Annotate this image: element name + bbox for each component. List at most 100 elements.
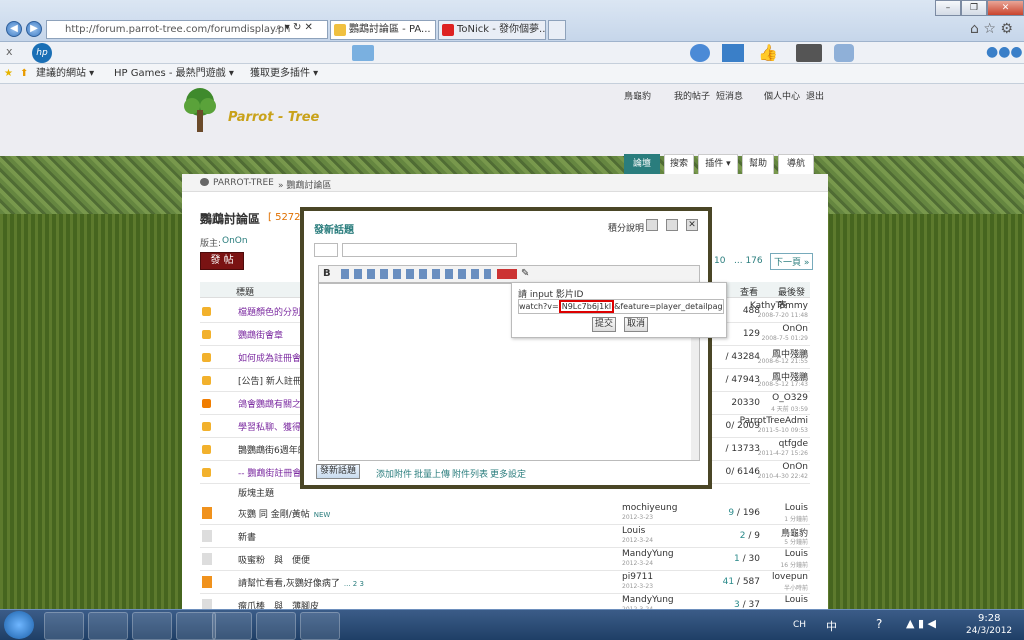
ie-taskbar-icon[interactable] — [44, 612, 84, 640]
nav-tab-forum[interactable]: 論壇 — [624, 154, 660, 174]
last-poster[interactable]: Louis — [785, 595, 808, 605]
thread-author[interactable]: MandyYung — [622, 549, 674, 559]
thread-author[interactable]: Louis — [622, 526, 645, 536]
favorites-add-icon[interactable]: ⬆ — [20, 64, 28, 83]
thread-title[interactable]: 新書 — [238, 530, 256, 543]
batch-upload-link[interactable]: 批量上傳 — [414, 467, 450, 480]
back-button[interactable]: ◀ — [6, 21, 22, 37]
user-link-logout[interactable]: 退出 — [806, 89, 824, 102]
media-taskbar-icon[interactable] — [132, 612, 172, 640]
pager-page[interactable]: 10 — [714, 256, 725, 266]
minimize-button[interactable]: – — [935, 0, 961, 16]
user-link-my-posts[interactable]: 我的帖子 — [674, 89, 710, 102]
start-button[interactable] — [4, 611, 34, 639]
user-link-messages[interactable]: 短消息 — [716, 89, 743, 102]
tab-youtube[interactable]: ToNick - 發你個夢... — [438, 20, 546, 40]
thread-title[interactable]: 灰鸚 同 金剛/黃帖 NEW — [238, 507, 330, 520]
photo-taskbar-icon[interactable] — [300, 612, 340, 640]
last-poster[interactable]: OnOn — [782, 462, 808, 472]
popup-ok-button[interactable]: 提交 — [592, 317, 616, 332]
submit-topic-button[interactable]: 發新話題 — [316, 464, 360, 479]
favorites-star-icon[interactable]: ★ — [4, 64, 13, 83]
attach-list-link[interactable]: 附件列表 — [452, 467, 488, 480]
bold-icon[interactable]: B — [323, 268, 331, 279]
popup-cancel-button[interactable]: 取消 — [624, 317, 648, 332]
youtube-insert-icon[interactable] — [497, 269, 517, 279]
nav-tab-help[interactable]: 幫助 — [742, 154, 774, 174]
video-id-input[interactable]: watch?v= N9Lc7b6j1kl &feature=player_detai… — [518, 299, 724, 314]
like-icon[interactable]: 👍 — [758, 43, 778, 62]
pager-next[interactable]: 下一頁 » — [770, 253, 814, 270]
dialog-close-icon[interactable]: ✕ — [686, 219, 698, 231]
attach-link[interactable]: 添加附件 — [376, 467, 412, 480]
thread-author[interactable]: pi9711 — [622, 572, 653, 582]
dialog-maximize-icon[interactable] — [666, 219, 678, 231]
language-indicator[interactable]: CH — [793, 620, 806, 630]
new-tab-button[interactable] — [548, 20, 566, 40]
nav-tab-plugins[interactable]: 插件 ▾ — [698, 154, 738, 174]
weather-icon[interactable] — [834, 44, 854, 62]
last-poster[interactable]: Louis — [785, 549, 808, 559]
video-icon[interactable] — [796, 44, 822, 62]
tray-icons[interactable]: ▲ ▮ ◀ — [906, 617, 936, 630]
table-row[interactable]: 吸蜜粉 與 便便 MandyYung 2012-3-24 1 / 30 Louis 16 … — [200, 548, 810, 571]
tab-forum[interactable]: 鸚鵡討論區 - PA... — [330, 20, 436, 40]
nav-tab-search[interactable]: 搜索 — [664, 154, 694, 174]
user-link-name[interactable]: 鳥龜豹 — [624, 89, 651, 102]
explorer-taskbar-icon[interactable] — [88, 612, 128, 640]
table-row[interactable]: 新書 Louis 2012-3-24 2 / 9 鳥龜豹 5 分鐘前 — [200, 525, 810, 548]
thread-author[interactable]: mochiyeung — [622, 503, 677, 513]
new-post-button[interactable]: 發 帖 — [200, 252, 244, 270]
table-row[interactable]: 灰鸚 同 金剛/黃帖 NEW mochiyeung 2012-3-23 9 / 196 L… — [200, 502, 810, 525]
photos-icon[interactable] — [722, 44, 744, 62]
last-poster[interactable]: qtfgde — [779, 439, 808, 449]
breadcrumb-forum[interactable]: » 鸚鵡討論區 — [278, 178, 331, 191]
home-star-gear-icons[interactable]: ⌂ ☆ ⚙ — [970, 21, 1013, 37]
thread-title[interactable]: 吸蜜粉 與 便便 — [238, 553, 310, 566]
topic-type-select[interactable] — [314, 243, 338, 257]
moderator-link[interactable]: OnOn — [222, 236, 248, 246]
table-row[interactable]: 瘤爪棒 與 薄腳皮MandyYung2012-3-243 / 37Louis — [200, 594, 810, 609]
thread-author[interactable]: MandyYung — [622, 595, 674, 605]
word-taskbar-icon[interactable] — [212, 612, 252, 640]
ime-indicator[interactable]: 中 — [826, 618, 837, 634]
format-tools-icons[interactable] — [341, 269, 491, 279]
subject-input[interactable] — [342, 243, 517, 257]
paint-taskbar-icon[interactable] — [256, 612, 296, 640]
toolbar-ribbon-icon[interactable] — [352, 45, 374, 61]
dialog-minimize-icon[interactable] — [646, 219, 658, 231]
user-link-center[interactable]: 個人中心 — [764, 89, 800, 102]
credit-help-link[interactable]: 積分說明 — [608, 221, 644, 234]
close-toolbar-icon[interactable]: x — [6, 45, 13, 58]
address-actions[interactable]: ⌕ ▾ ↻ ✕ — [276, 22, 313, 33]
last-poster[interactable]: lovepun — [772, 572, 808, 582]
fav-get-addons[interactable]: 獲取更多插件 ▾ — [250, 64, 318, 83]
last-poster[interactable]: O_O329 — [772, 393, 808, 403]
more-dots-icon[interactable]: ●●● — [986, 44, 1023, 60]
breadcrumb-home[interactable]: PARROT-TREE — [213, 178, 274, 188]
last-poster[interactable]: OnOn — [782, 324, 808, 334]
close-window-button[interactable]: ✕ — [987, 0, 1024, 16]
thread-title[interactable]: 鸚鵡街會章 — [238, 328, 283, 341]
edit-link-icon[interactable]: ✎ — [521, 268, 529, 279]
more-settings-link[interactable]: 更多設定 — [490, 467, 526, 480]
hp-icon[interactable] — [690, 44, 710, 62]
thread-title[interactable]: 檔題顏色的分別 — [238, 305, 301, 318]
site-logo[interactable]: Parrot - Tree — [228, 110, 319, 125]
last-poster[interactable]: KathyTommy — [750, 301, 808, 311]
table-row[interactable]: 請幫忙看看,灰鸚好像病了... 2 3 pi9711 2012-3-23 41 / 5… — [200, 571, 810, 594]
thread-title[interactable]: 瘤爪棒 與 薄腳皮 — [238, 599, 319, 609]
thread-title[interactable]: [公告] 新人註冊, — [238, 374, 305, 387]
thread-title[interactable]: 請幫忙看看,灰鸚好像病了... 2 3 — [238, 576, 364, 589]
nav-tab-navigate[interactable]: 導航 — [778, 154, 814, 174]
fav-hp-games[interactable]: HP Games - 最熱門遊戲 ▾ — [114, 64, 234, 83]
chat-taskbar-icon[interactable] — [176, 612, 216, 640]
maximize-button[interactable]: ❐ — [961, 0, 987, 16]
forward-button[interactable]: ▶ — [26, 21, 42, 37]
thread-title[interactable]: 鵲鸚鵡街6週年的 — [238, 443, 307, 456]
last-poster[interactable]: Louis — [785, 503, 808, 513]
last-poster[interactable]: ParrotTreeAdmi — [740, 416, 808, 426]
pager-last[interactable]: ... 176 — [734, 256, 763, 266]
help-icon[interactable]: ? — [876, 617, 882, 631]
fav-suggested-sites[interactable]: 建議的網站 ▾ — [36, 64, 94, 83]
